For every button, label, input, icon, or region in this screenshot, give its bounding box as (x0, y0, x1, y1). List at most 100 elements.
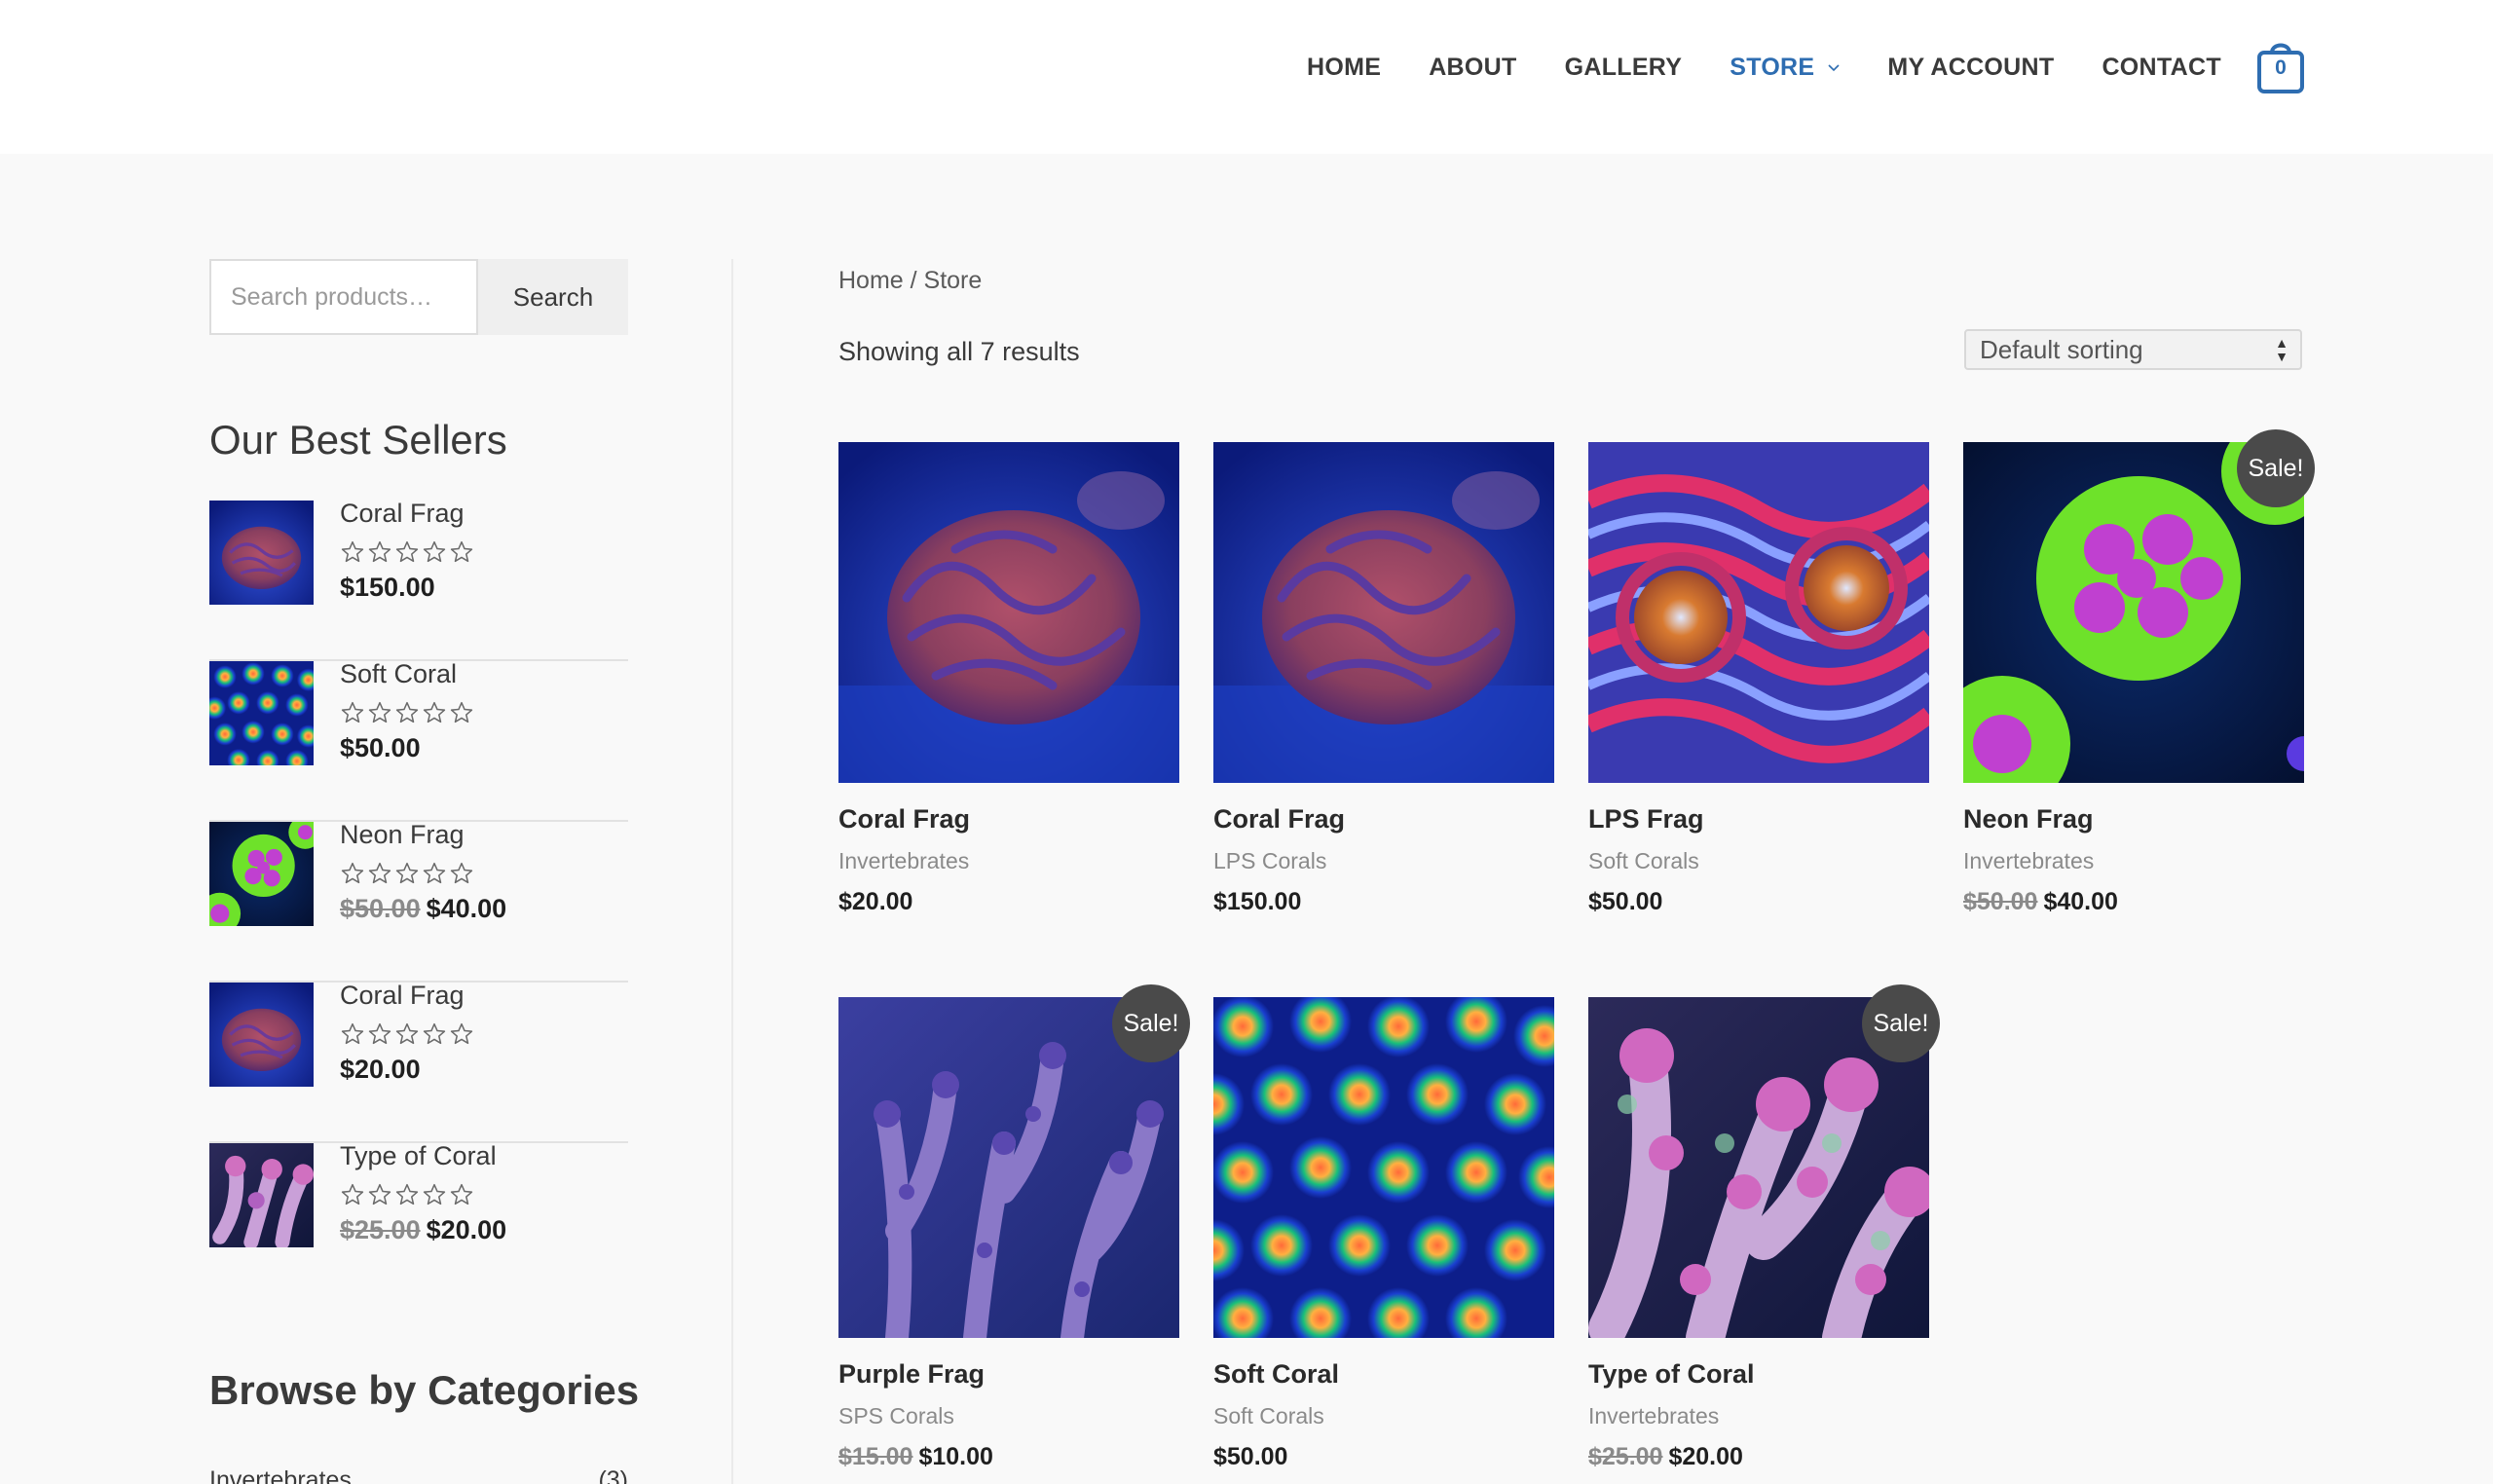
list-item: Neon Frag $50.00 $40.00 (209, 820, 628, 983)
product-card: Neon Frag Invertebrates $50.00 $40.00 (1963, 442, 2304, 916)
best-seller-name[interactable]: Coral Frag (340, 981, 476, 1018)
best-seller-price-current: $50.00 (340, 733, 421, 762)
product-image[interactable] (838, 442, 1179, 783)
star-icon (368, 701, 391, 723)
sort-select[interactable]: Default sorting ▲ ▼ (1964, 329, 2302, 370)
product-card: Coral Frag Invertebrates $20.00 (838, 442, 1179, 916)
nav-home[interactable]: HOME (1307, 54, 1381, 82)
star-icon (368, 540, 391, 563)
product-title[interactable]: Coral Frag (838, 804, 1179, 835)
site-header: HOME ABOUT GALLERY STORE MY ACCOUNT CONT… (0, 0, 2493, 154)
nav-store[interactable]: STORE (1730, 54, 1840, 82)
best-seller-name[interactable]: Neon Frag (340, 820, 506, 857)
star-rating (340, 1182, 506, 1211)
star-icon (450, 540, 473, 563)
product-price-old: $15.00 (838, 1443, 913, 1470)
chevron-down-icon (1828, 64, 1840, 72)
product-category: LPS Corals (1213, 848, 1327, 873)
best-seller-name[interactable]: Coral Frag (340, 499, 476, 536)
product-price: $50.00 (1588, 888, 1929, 916)
category-item[interactable]: Invertebrates (3) (209, 1466, 628, 1484)
star-icon (395, 701, 419, 723)
product-image[interactable] (1213, 442, 1554, 783)
list-item: Type of Coral $25.00 $20.00 (209, 1141, 628, 1304)
product-price-current: $20.00 (1668, 1443, 1743, 1470)
product-image[interactable] (1213, 997, 1554, 1338)
breadcrumb: Home / Store (838, 267, 982, 295)
star-icon (450, 862, 473, 884)
product-price-current: $10.00 (918, 1443, 993, 1470)
select-arrows-icon: ▲ ▼ (2275, 335, 2288, 364)
main-nav: HOME ABOUT GALLERY STORE MY ACCOUNT CONT… (1307, 51, 2269, 84)
best-seller-price-current: $20.00 (426, 1215, 507, 1244)
product-card: Type of Coral Invertebrates $25.00 $20.00 (1588, 997, 1929, 1471)
product-thumbnail[interactable] (209, 822, 314, 926)
best-sellers-title: Our Best Sellers (209, 417, 507, 463)
product-price-current: $20.00 (838, 888, 913, 915)
sidebar-divider (731, 259, 733, 1484)
product-image[interactable] (1588, 442, 1929, 783)
list-item: Coral Frag $20.00 (209, 981, 628, 1143)
product-price-old: $50.00 (1963, 888, 2038, 915)
cart-count: 0 (2275, 56, 2287, 79)
cart-button[interactable]: 0 (2256, 37, 2305, 95)
product-price-old: $25.00 (1588, 1443, 1663, 1470)
product-thumbnail[interactable] (209, 501, 314, 605)
best-seller-price-old: $50.00 (340, 894, 421, 923)
product-title[interactable]: Soft Coral (1213, 1359, 1554, 1390)
star-rating (340, 1021, 476, 1051)
best-seller-price: $150.00 (340, 573, 476, 603)
nav-store-label: STORE (1730, 53, 1815, 81)
sale-badge: Sale! (2237, 429, 2315, 507)
product-price: $50.00 $40.00 (1963, 888, 2304, 916)
star-icon (450, 1022, 473, 1045)
sale-badge: Sale! (1862, 984, 1940, 1062)
best-sellers-list: Coral Frag $150.00 Soft Coral $50.00 Neo… (209, 499, 628, 1304)
best-seller-price-current: $20.00 (340, 1055, 421, 1084)
star-icon (368, 1022, 391, 1045)
product-category: Invertebrates (1963, 848, 2095, 873)
star-icon (450, 1183, 473, 1206)
star-icon (341, 862, 364, 884)
product-title[interactable]: Coral Frag (1213, 804, 1554, 835)
best-seller-price: $50.00 $40.00 (340, 894, 506, 924)
product-price: $50.00 (1213, 1443, 1554, 1471)
product-price-current: $50.00 (1213, 1443, 1288, 1470)
best-seller-price-old: $25.00 (340, 1215, 421, 1244)
star-icon (423, 862, 446, 884)
product-title[interactable]: Purple Frag (838, 1359, 1179, 1390)
sidebar: Search Our Best Sellers Coral Frag $150.… (209, 259, 628, 1304)
nav-gallery[interactable]: GALLERY (1565, 54, 1683, 82)
star-icon (423, 1022, 446, 1045)
product-card: Purple Frag SPS Corals $15.00 $10.00 (838, 997, 1179, 1471)
star-icon (341, 1183, 364, 1206)
best-seller-price-current: $40.00 (426, 894, 507, 923)
best-seller-name[interactable]: Type of Coral (340, 1141, 506, 1178)
star-icon (368, 862, 391, 884)
star-icon (423, 701, 446, 723)
best-seller-price: $50.00 (340, 733, 476, 763)
product-card: Soft Coral Soft Corals $50.00 (1213, 997, 1554, 1471)
breadcrumb-home[interactable]: Home (838, 267, 904, 294)
product-title[interactable]: LPS Frag (1588, 804, 1929, 835)
product-price-current: $40.00 (2043, 888, 2118, 915)
list-item: Coral Frag $150.00 (209, 499, 628, 661)
best-seller-name[interactable]: Soft Coral (340, 659, 476, 696)
search-input[interactable] (209, 259, 478, 335)
nav-my-account[interactable]: MY ACCOUNT (1887, 54, 2054, 82)
breadcrumb-separator: / (903, 267, 924, 294)
star-rating (340, 700, 476, 729)
search-button[interactable]: Search (478, 259, 628, 335)
nav-contact[interactable]: CONTACT (2102, 54, 2220, 82)
nav-about[interactable]: ABOUT (1429, 54, 1516, 82)
product-category: SPS Corals (838, 1403, 954, 1428)
star-icon (423, 540, 446, 563)
product-title[interactable]: Neon Frag (1963, 804, 2304, 835)
product-category: Soft Corals (1213, 1403, 1324, 1428)
category-name: Invertebrates (209, 1466, 352, 1484)
product-title[interactable]: Type of Coral (1588, 1359, 1929, 1390)
product-thumbnail[interactable] (209, 983, 314, 1087)
product-search: Search (209, 259, 628, 335)
product-thumbnail[interactable] (209, 661, 314, 765)
product-thumbnail[interactable] (209, 1143, 314, 1247)
